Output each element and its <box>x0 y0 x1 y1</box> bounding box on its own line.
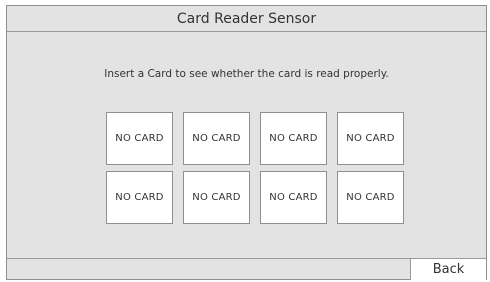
card-slot-4: NO CARD <box>337 112 404 165</box>
card-slot-2: NO CARD <box>183 112 250 165</box>
card-slot-5: NO CARD <box>106 171 173 224</box>
card-slot-6: NO CARD <box>183 171 250 224</box>
title-bar: Card Reader Sensor <box>7 6 486 32</box>
page-title: Card Reader Sensor <box>176 10 317 27</box>
card-slot-status: NO CARD <box>192 133 241 144</box>
card-slot-status: NO CARD <box>346 192 395 203</box>
card-reader-window: Card Reader Sensor Insert a Card to see … <box>6 5 487 280</box>
back-button[interactable]: Back <box>410 259 486 280</box>
card-slot-status: NO CARD <box>115 133 164 144</box>
card-slot-status: NO CARD <box>269 133 318 144</box>
card-slot-status: NO CARD <box>115 192 164 203</box>
card-slot-8: NO CARD <box>337 171 404 224</box>
card-slot-7: NO CARD <box>260 171 327 224</box>
card-slot-status: NO CARD <box>269 192 318 203</box>
card-slot-1: NO CARD <box>106 112 173 165</box>
instruction-text: Insert a Card to see whether the card is… <box>104 68 389 80</box>
card-slot-status: NO CARD <box>192 192 241 203</box>
bottom-bar: Back <box>7 258 486 280</box>
card-slot-status: NO CARD <box>346 133 395 144</box>
card-slot-3: NO CARD <box>260 112 327 165</box>
